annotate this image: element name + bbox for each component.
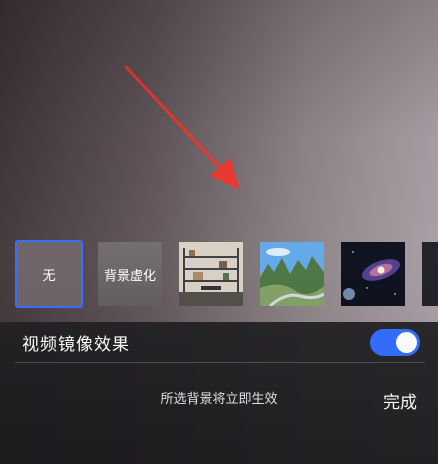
done-button[interactable]: 完成 <box>383 388 417 413</box>
office-image <box>179 242 243 306</box>
background-blur-label: 背景虚化 <box>103 268 156 284</box>
mirror-setting-row: 视频镜像效果 <box>0 322 438 362</box>
galaxy-image <box>341 242 405 306</box>
background-none-option[interactable]: 无 <box>15 240 83 308</box>
apply-hint: 所选背景将立即生效 <box>160 392 278 407</box>
background-galaxy-option[interactable] <box>341 242 405 306</box>
divider <box>15 362 425 363</box>
landscape-image <box>260 242 324 306</box>
background-options: 无 背景虚化 <box>0 236 438 316</box>
video-background-settings-screen: 无 背景虚化 视频镜像效果 所选背景将立即生效 完成 <box>0 0 438 464</box>
background-blur-option[interactable]: 背景虚化 <box>98 242 162 306</box>
mirror-toggle[interactable] <box>370 329 420 356</box>
toggle-knob <box>396 332 417 353</box>
background-landscape-option[interactable] <box>260 242 324 306</box>
mirror-label: 视频镜像效果 <box>22 335 130 355</box>
background-none-label: 无 <box>42 268 56 284</box>
settings-panel: 视频镜像效果 所选背景将立即生效 完成 <box>0 322 438 464</box>
background-office-option[interactable] <box>179 242 243 306</box>
background-more-option[interactable] <box>422 242 438 306</box>
